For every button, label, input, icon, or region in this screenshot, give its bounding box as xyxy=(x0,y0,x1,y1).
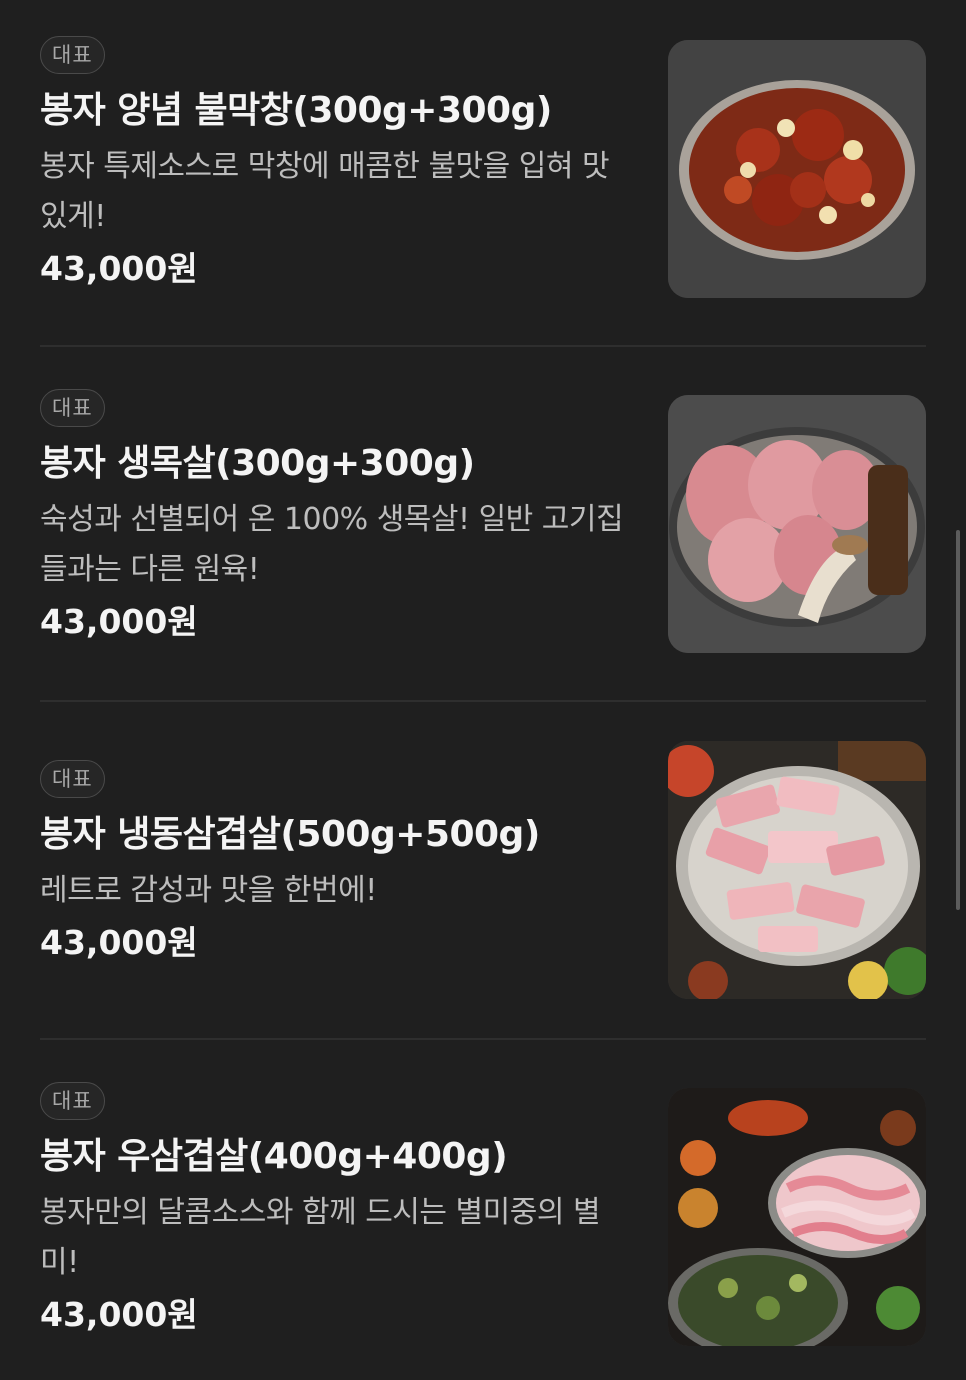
menu-item-name: 봉자 우삼겹살(400g+400g) xyxy=(40,1136,508,1177)
pork-neck-photo[interactable] xyxy=(668,395,926,653)
beef-brisket-spread-image xyxy=(668,1088,926,1346)
menu-item-text: 대표 봉자 생목살(300g+300g) 숙성과 선별되어 온 100% 생목살… xyxy=(40,389,640,643)
menu-item-text: 대표 봉자 냉동삼겹살(500g+500g) 레트로 감성과 맛을 한번에! 4… xyxy=(40,760,640,964)
pork-neck-image xyxy=(668,395,926,653)
menu-item-name: 봉자 양념 불막창(300g+300g) xyxy=(40,90,552,131)
menu-item-price: 43,000원 xyxy=(40,602,198,641)
divider xyxy=(40,345,926,347)
menu-item-price: 43,000원 xyxy=(40,923,198,962)
menu-item-text: 대표 봉자 우삼겹살(400g+400g) 봉자만의 달콤소스와 함께 드시는 … xyxy=(40,1082,640,1336)
menu-item-description: 숙성과 선별되어 온 100% 생목살! 일반 고기집들과는 다른 원육! xyxy=(40,502,624,587)
representative-badge: 대표 xyxy=(40,760,105,798)
scrollbar[interactable] xyxy=(956,530,960,910)
menu-item-beef-brisket[interactable]: 대표 봉자 우삼겹살(400g+400g) 봉자만의 달콤소스와 함께 드시는 … xyxy=(40,1082,926,1346)
menu-item-price: 43,000원 xyxy=(40,1295,198,1334)
spicy-makchang-photo[interactable] xyxy=(668,40,926,298)
divider xyxy=(40,700,926,702)
representative-badge: 대표 xyxy=(40,36,105,74)
menu-item-pork-neck[interactable]: 대표 봉자 생목살(300g+300g) 숙성과 선별되어 온 100% 생목살… xyxy=(40,389,926,653)
menu-item-text: 대표 봉자 양념 불막창(300g+300g) 봉자 특제소스로 막창에 매콤한… xyxy=(40,36,640,290)
representative-badge: 대표 xyxy=(40,1082,105,1120)
spicy-makchang-image xyxy=(668,40,926,298)
menu-item-description: 봉자 특제소스로 막창에 매콤한 불맛을 입혀 맛있게! xyxy=(40,149,610,234)
menu-item-name: 봉자 생목살(300g+300g) xyxy=(40,443,475,484)
menu-item-description: 봉자만의 달콤소스와 함께 드시는 별미중의 별미! xyxy=(40,1195,601,1280)
frozen-pork-belly-photo[interactable] xyxy=(668,741,926,999)
frozen-pork-belly-image xyxy=(668,741,926,999)
menu-item-description: 레트로 감성과 맛을 한번에! xyxy=(40,873,377,908)
representative-badge: 대표 xyxy=(40,389,105,427)
divider xyxy=(40,1038,926,1040)
menu-item-price: 43,000원 xyxy=(40,249,198,288)
menu-item-name: 봉자 냉동삼겹살(500g+500g) xyxy=(40,814,540,855)
menu-item-frozen-pork-belly[interactable]: 대표 봉자 냉동삼겹살(500g+500g) 레트로 감성과 맛을 한번에! 4… xyxy=(40,741,926,1000)
beef-brisket-spread-photo[interactable] xyxy=(668,1088,926,1346)
menu-item-spicy-makchang[interactable]: 대표 봉자 양념 불막창(300g+300g) 봉자 특제소스로 막창에 매콤한… xyxy=(40,36,926,298)
